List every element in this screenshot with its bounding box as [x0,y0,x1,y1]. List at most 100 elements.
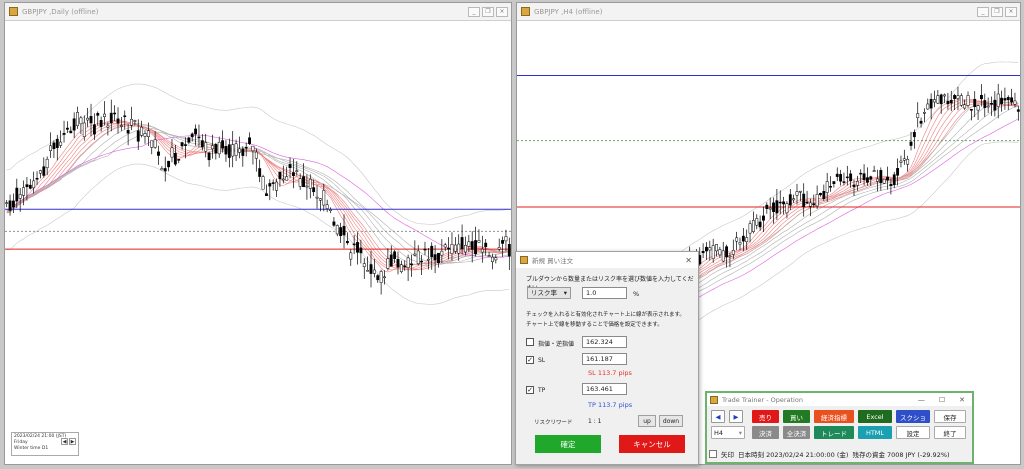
html-button[interactable]: HTML [858,426,892,439]
candle-body [113,112,117,115]
candle-body [832,181,836,185]
daily-chart-window: GBPJPY ,Daily (offline) _ ❐ × 2023/02/24… [4,2,512,465]
prev-bar-button[interactable]: ◀ [711,410,725,423]
candle-body [718,249,722,256]
candle-body [86,117,90,121]
candle-body [52,142,56,150]
minimize-button[interactable]: _ [468,6,480,17]
exit-button[interactable]: 終了 [934,426,966,439]
candle-body [318,198,322,201]
close-icon[interactable]: ✕ [959,396,965,404]
risk-reward-label: リスクリワード [534,420,573,426]
candle-body [933,99,936,103]
info-prev-icon[interactable]: ◀ [61,438,68,445]
sl-label: SL [538,357,546,364]
candle-body [889,183,893,187]
candle-body [383,276,386,279]
candle-body [366,270,370,272]
candle-body [28,184,32,189]
settle-button[interactable]: 決済 [752,426,779,439]
candle-body [426,258,430,261]
restore-button[interactable]: ❐ [991,6,1003,17]
candle-body [123,115,127,118]
daily-chart-canvas[interactable] [5,21,511,464]
arrow-label: 矢印 [721,451,734,459]
candle-body [38,170,42,174]
candle-body [177,159,181,161]
candle-body [1000,97,1003,104]
candle-body [241,148,245,156]
minimize-button[interactable]: _ [977,6,989,17]
tp-checkbox[interactable]: ✓ [526,386,534,394]
limit-price-input[interactable]: 162.324 [582,336,627,348]
close-button[interactable]: × [496,6,508,17]
candle-body [308,178,312,189]
candle-body [362,263,366,267]
amount-input[interactable]: 1.0 [582,287,627,299]
daily-chart-title: GBPJPY ,Daily (offline) [22,7,99,16]
save-button[interactable]: 保存 [934,410,966,423]
candle-body [953,95,957,99]
screenshot-button[interactable]: スクショ [896,410,930,423]
next-bar-button[interactable]: ▶ [729,410,743,423]
close-button[interactable]: × [1005,6,1017,17]
economic-indicators-button[interactable]: 経済指標 [814,410,854,423]
timeframe-select[interactable]: H4 ▾ [711,426,745,439]
candle-body [143,133,147,137]
candle-body [339,227,343,237]
cancel-button[interactable]: キャンセル [619,435,685,453]
candle-body [990,103,993,105]
buy-button[interactable]: 買い [783,410,810,423]
candle-body [919,120,923,124]
candle-body [507,244,511,257]
candle-body [986,105,990,108]
candle-body [315,196,319,199]
candle-body [295,170,299,172]
candle-body [32,180,36,189]
settings-button[interactable]: 設定 [896,426,930,439]
candle-body [447,247,451,250]
restore-button[interactable]: ❐ [482,6,494,17]
limit-checkbox[interactable] [526,338,534,346]
up-button[interactable]: up [638,415,656,427]
trade-trainer-titlebar: Trade Trainer - Operation — ☐ ✕ [707,393,972,406]
candle-body [167,160,171,168]
new-buy-order-dialog: 新規 買い注文 ✕ プルダウンから数量またはリスク率を選び数値を入力してください… [515,251,699,465]
candle-body [1016,109,1020,112]
tp-price-input[interactable]: 163.461 [582,383,627,395]
candle-body [829,186,832,188]
sl-price-input[interactable]: 161.187 [582,353,627,365]
candle-body [788,194,792,206]
candle-body [504,236,508,242]
sell-button[interactable]: 売り [752,410,779,423]
close-icon[interactable]: ✕ [685,256,692,265]
candle-body [956,95,960,99]
maximize-icon[interactable]: ☐ [939,396,945,404]
trade-button[interactable]: トレード [814,426,854,439]
excel-button[interactable]: Excel [858,410,892,423]
sl-checkbox[interactable]: ✓ [526,356,534,364]
candle-body [996,93,1000,107]
candle-body [819,193,822,196]
settle-all-button[interactable]: 全決済 [783,426,810,439]
confirm-button[interactable]: 確定 [535,435,601,453]
down-button[interactable]: down [659,415,683,427]
candle-body [204,142,208,152]
candle-body [842,181,846,183]
candle-body [792,198,796,201]
candle-body [708,247,712,251]
mode-select[interactable]: リスク率 ▾ [527,287,571,299]
trade-trainer-window: Trade Trainer - Operation — ☐ ✕ ◀ ▶ H4 ▾ … [705,391,974,464]
candle-body [106,125,110,128]
minimize-icon[interactable]: — [918,396,925,404]
mode-select-value: リスク率 [531,289,557,297]
info-next-icon[interactable]: ▶ [69,438,76,445]
candle-body [258,168,262,177]
candle-body [1003,98,1007,101]
candle-body [457,243,461,254]
candle-body [738,242,742,245]
candle-body [855,181,859,186]
arrow-checkbox[interactable] [709,450,717,458]
candle-body [352,243,356,246]
candle-body [372,269,376,274]
